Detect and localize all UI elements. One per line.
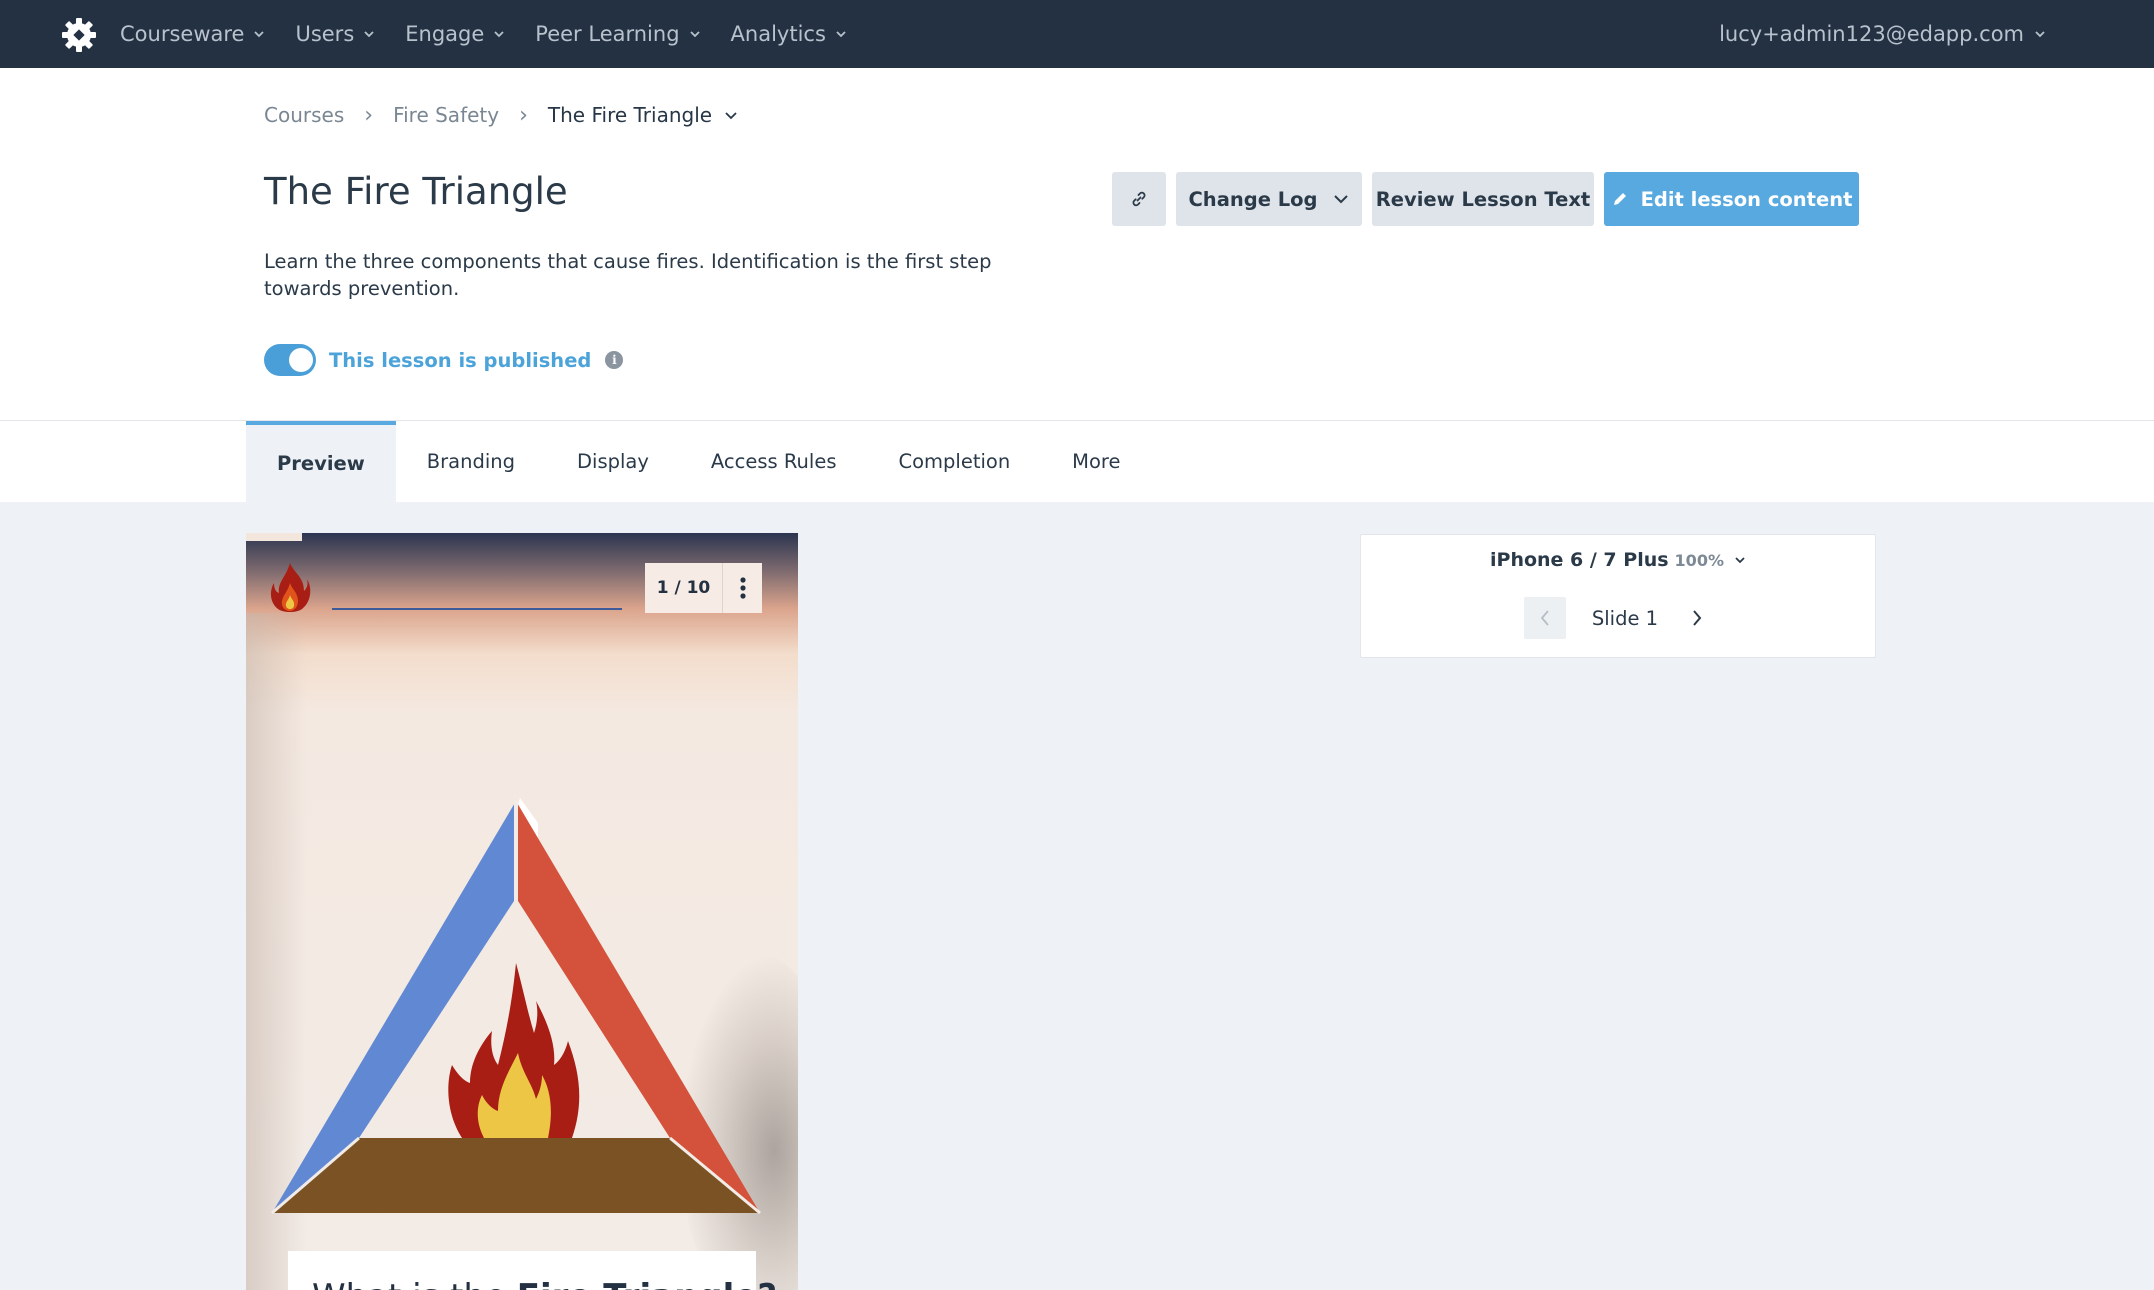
change-log-button[interactable]: Change Log bbox=[1176, 172, 1362, 226]
chevron-down-icon bbox=[1735, 557, 1745, 564]
chevron-down-icon bbox=[836, 31, 846, 38]
link-icon bbox=[1132, 191, 1146, 207]
chevron-down-icon bbox=[254, 31, 265, 38]
chevron-down-icon bbox=[2035, 31, 2045, 38]
breadcrumb: Courses › Fire Safety › The Fire Triangl… bbox=[264, 100, 738, 130]
nav-item-label: Peer Learning bbox=[535, 22, 680, 46]
pencil-icon bbox=[1613, 193, 1626, 205]
device-selector[interactable]: iPhone 6 / 7 Plus 100% bbox=[1361, 549, 1875, 571]
nav-item-engage[interactable]: Engage bbox=[405, 22, 505, 46]
user-email: lucy+admin123@edapp.com bbox=[1719, 22, 2024, 46]
next-slide-button[interactable] bbox=[1682, 597, 1712, 639]
nav-item-label: Engage bbox=[405, 22, 485, 46]
review-lesson-text-label: Review Lesson Text bbox=[1375, 187, 1591, 211]
info-icon[interactable]: i bbox=[605, 351, 624, 369]
breadcrumb-fire-safety[interactable]: Fire Safety bbox=[393, 103, 499, 127]
slide-navigator: Slide 1 bbox=[1361, 597, 1875, 639]
nav-item-label: Courseware bbox=[120, 22, 245, 46]
nav-item-courseware[interactable]: Courseware bbox=[120, 22, 265, 46]
previous-slide-button[interactable] bbox=[1523, 597, 1566, 639]
top-navigation-bar: Courseware Users Engage Peer Learning An… bbox=[0, 0, 2154, 68]
nav-menu: Courseware Users Engage Peer Learning An… bbox=[120, 0, 877, 68]
flame-logo-icon bbox=[270, 563, 311, 612]
more-options-icon[interactable] bbox=[723, 563, 762, 613]
device-settings-panel: iPhone 6 / 7 Plus 100% Slide 1 bbox=[1360, 534, 1876, 658]
copy-link-button[interactable] bbox=[1112, 172, 1166, 226]
publish-status: This lesson is published i bbox=[264, 342, 624, 378]
review-lesson-text-button[interactable]: Review Lesson Text bbox=[1372, 172, 1594, 226]
breadcrumb-separator-icon: › bbox=[519, 102, 528, 128]
tab-more[interactable]: More bbox=[1041, 421, 1151, 502]
chevron-right-icon bbox=[1693, 610, 1702, 626]
device-zoom: 100% bbox=[1674, 550, 1724, 570]
slide-counter: 1 / 10 bbox=[645, 563, 723, 613]
user-account-menu[interactable]: lucy+admin123@edapp.com bbox=[1719, 0, 2046, 68]
change-log-label: Change Log bbox=[1188, 187, 1318, 211]
lesson-tabs: Preview Branding Display Access Rules Co… bbox=[246, 421, 1152, 502]
device-name: iPhone 6 / 7 Plus bbox=[1490, 549, 1669, 571]
edit-lesson-content-button[interactable]: Edit lesson content bbox=[1604, 172, 1859, 226]
nav-item-label: Analytics bbox=[730, 22, 826, 46]
slide-counter-box: 1 / 10 bbox=[645, 563, 762, 613]
breadcrumb-courses[interactable]: Courses bbox=[264, 103, 344, 127]
tab-access-rules[interactable]: Access Rules bbox=[680, 421, 868, 502]
breadcrumb-separator-icon: › bbox=[364, 102, 374, 128]
publish-status-label: This lesson is published bbox=[329, 348, 592, 372]
nav-item-label: Users bbox=[295, 22, 355, 46]
chevron-down-icon bbox=[689, 31, 700, 38]
nav-item-peer-learning[interactable]: Peer Learning bbox=[535, 22, 700, 46]
publish-toggle[interactable] bbox=[264, 344, 316, 376]
slide-label: Slide 1 bbox=[1591, 606, 1659, 630]
lesson-actions: Change Log Review Lesson Text Edit lesso… bbox=[1112, 172, 1859, 226]
tab-branding[interactable]: Branding bbox=[396, 421, 546, 502]
lesson-preview-device[interactable]: 1 / 10 What is the Fire Triangle? bbox=[246, 533, 798, 1290]
chevron-down-icon bbox=[364, 31, 374, 38]
edit-lesson-content-label: Edit lesson content bbox=[1640, 187, 1853, 211]
question-prefix: What is the bbox=[312, 1277, 517, 1290]
chevron-down-icon bbox=[725, 112, 737, 120]
page-title: The Fire Triangle bbox=[264, 170, 568, 213]
chevron-down-icon bbox=[1333, 195, 1348, 204]
gear-logo-icon[interactable] bbox=[60, 16, 98, 54]
fire-triangle-illustration bbox=[271, 798, 761, 1215]
chevron-down-icon bbox=[494, 31, 504, 38]
tab-completion[interactable]: Completion bbox=[867, 421, 1041, 502]
question-bold: Fire Triangle? bbox=[517, 1277, 777, 1290]
nav-item-users[interactable]: Users bbox=[295, 22, 375, 46]
tab-display[interactable]: Display bbox=[546, 421, 680, 502]
tab-preview[interactable]: Preview bbox=[246, 421, 396, 502]
lesson-description: Learn the three components that cause fi… bbox=[264, 250, 992, 300]
breadcrumb-current-label: The Fire Triangle bbox=[547, 103, 713, 127]
chevron-left-icon bbox=[1540, 610, 1549, 626]
preview-corner-tab bbox=[246, 533, 302, 541]
nav-item-analytics[interactable]: Analytics bbox=[731, 22, 847, 46]
toggle-knob bbox=[289, 348, 313, 372]
slide-progress-bar bbox=[332, 608, 622, 610]
question-card: What is the Fire Triangle? bbox=[288, 1251, 777, 1290]
breadcrumb-current-lesson[interactable]: The Fire Triangle bbox=[548, 103, 738, 127]
